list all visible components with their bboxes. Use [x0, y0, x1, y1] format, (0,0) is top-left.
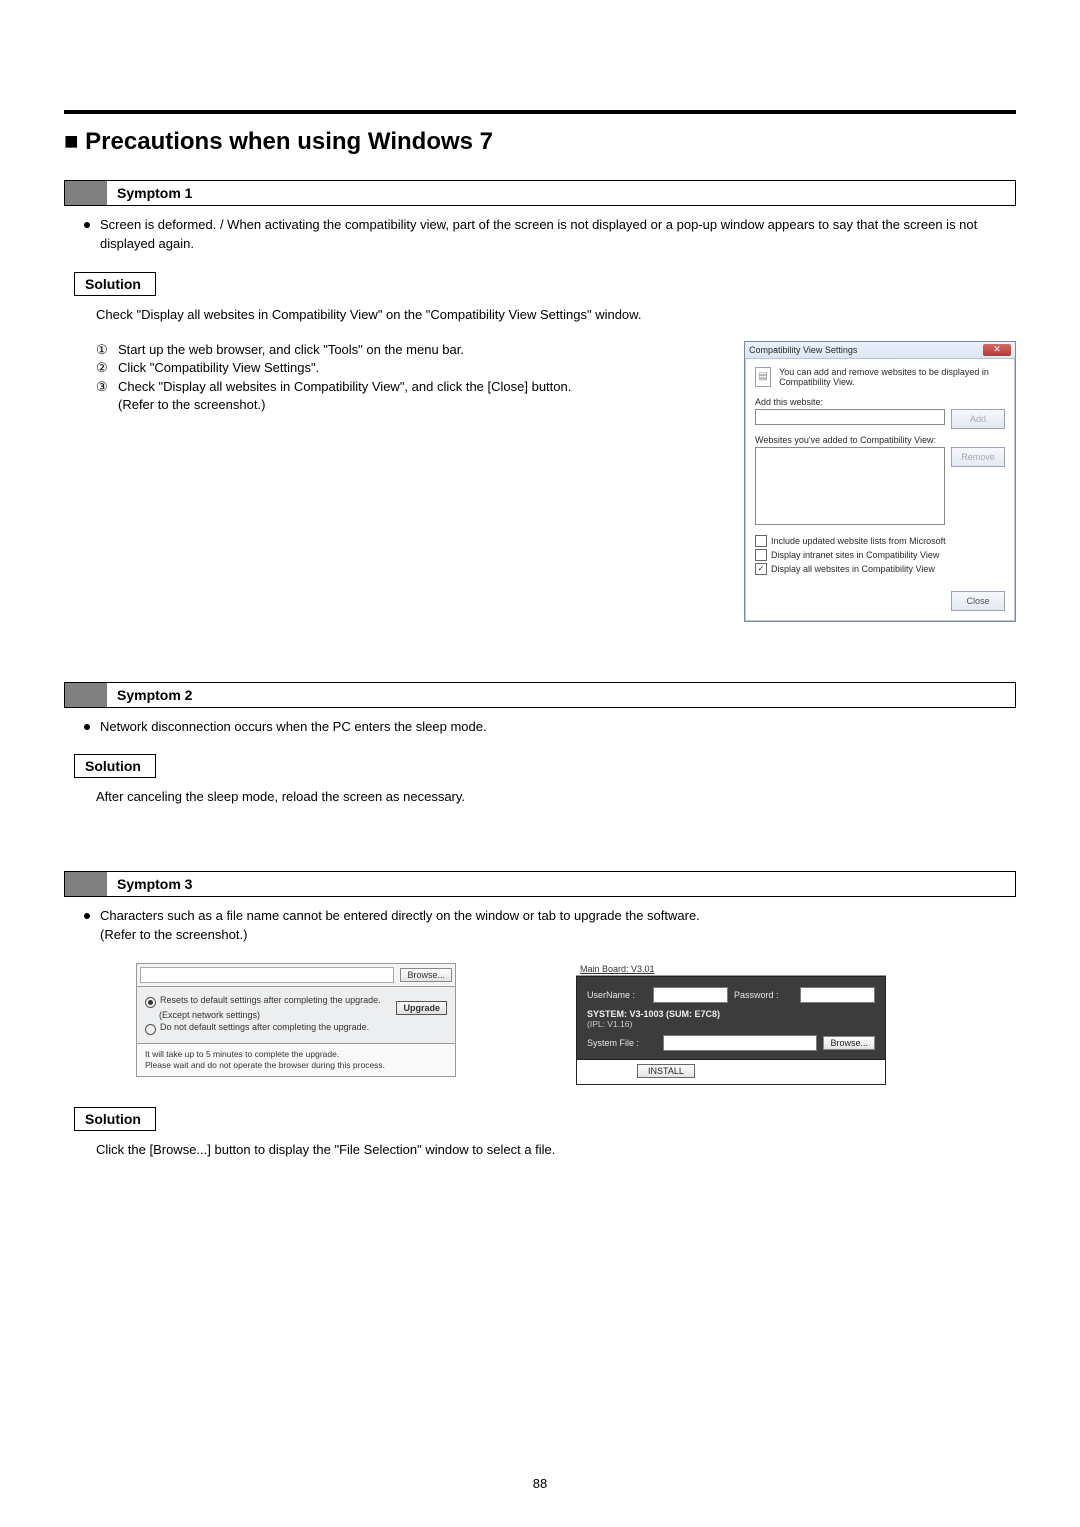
- symptom-2-label: Symptom 2: [107, 683, 1015, 707]
- document-page: ■ Precautions when using Windows 7 Sympt…: [0, 0, 1080, 1527]
- step-3-text: Check "Display all websites in Compatibi…: [118, 378, 571, 397]
- square-bullet-icon: ■: [64, 128, 79, 155]
- install-panel: Main Board: V3.01 UserName : Password : …: [576, 963, 886, 1085]
- check2-checkbox[interactable]: [755, 549, 767, 561]
- step-1-number-icon: ①: [96, 341, 112, 360]
- add-button[interactable]: Add: [951, 409, 1005, 429]
- symptom-3-bullet-b: (Refer to the screenshot.): [100, 926, 1016, 945]
- solution-1-label: Solution: [74, 272, 156, 296]
- reset-radio-label: Resets to default settings after complet…: [160, 995, 381, 1005]
- check3-label: Display all websites in Compatibility Vi…: [771, 564, 935, 574]
- ipl-version: (IPL: V1.16): [587, 1019, 875, 1029]
- top-rule: [64, 110, 1016, 114]
- step-3-number-icon: ③: [96, 378, 112, 397]
- upgrade-button[interactable]: Upgrade: [396, 1001, 447, 1015]
- username-label: UserName :: [587, 990, 647, 1000]
- symptom-1-header: Symptom 1: [64, 180, 1016, 206]
- check2-label: Display intranet sites in Compatibility …: [771, 550, 939, 560]
- symptom-1-bullet-list: Screen is deformed. / When activating th…: [84, 216, 1016, 254]
- step-2-text: Click "Compatibility View Settings".: [118, 359, 319, 378]
- solution-2-text: After canceling the sleep mode, reload t…: [96, 788, 1016, 807]
- dialog-title: Compatibility View Settings: [749, 345, 857, 355]
- add-website-input[interactable]: [755, 409, 945, 425]
- upgrade-browse-button[interactable]: Browse...: [400, 968, 452, 982]
- step-3-subtext: (Refer to the screenshot.): [118, 397, 726, 412]
- system-file-label: System File :: [587, 1038, 657, 1048]
- add-website-label: Add this website:: [755, 397, 1005, 407]
- symptom-1-bullet: Screen is deformed. / When activating th…: [84, 216, 1016, 254]
- system-file-input[interactable]: [663, 1035, 817, 1051]
- username-input[interactable]: [653, 987, 728, 1003]
- system-version: SYSTEM: V3-1003 (SUM: E7C8): [587, 1009, 875, 1019]
- symptom-3-bullet: Characters such as a file name cannot be…: [84, 907, 1016, 945]
- symptom-3-tab: [65, 872, 107, 896]
- reset-radio[interactable]: [145, 997, 156, 1008]
- solution-3-text: Click the [Browse...] button to display …: [96, 1141, 1016, 1160]
- upgrade-note: It will take up to 5 minutes to complete…: [136, 1044, 456, 1077]
- password-label: Password :: [734, 990, 794, 1000]
- solution-1-steps: ① Start up the web browser, and click "T…: [96, 341, 726, 413]
- step-1-text: Start up the web browser, and click "Too…: [118, 341, 464, 360]
- symptom-2-header: Symptom 2: [64, 682, 1016, 708]
- no-reset-radio[interactable]: [145, 1024, 156, 1035]
- upgrade-note-1: It will take up to 5 minutes to complete…: [145, 1049, 447, 1060]
- torn-page-icon: ▤: [755, 367, 771, 387]
- symptom-2-bullet-list: Network disconnection occurs when the PC…: [84, 718, 1016, 737]
- title-text: Precautions when using Windows 7: [85, 128, 493, 155]
- symptom-2-tab: [65, 683, 107, 707]
- check3-checkbox[interactable]: ✓: [755, 563, 767, 575]
- symptom-2-bullet: Network disconnection occurs when the PC…: [84, 718, 1016, 737]
- page-number: 88: [0, 1476, 1080, 1491]
- close-icon[interactable]: ✕: [983, 344, 1011, 356]
- upgrade-note-2: Please wait and do not operate the brows…: [145, 1060, 447, 1071]
- solution-1-text: Check "Display all websites in Compatibi…: [96, 306, 1016, 325]
- solution-2-label: Solution: [74, 754, 156, 778]
- close-button[interactable]: Close: [951, 591, 1005, 611]
- check1-checkbox[interactable]: [755, 535, 767, 547]
- symptom-3-label: Symptom 3: [107, 872, 1015, 896]
- symptom-3-bullet-a: Characters such as a file name cannot be…: [100, 907, 1016, 926]
- upgrade-panel: Browse... Resets to default settings aft…: [136, 963, 456, 1085]
- symptom-1-label: Symptom 1: [107, 181, 1015, 205]
- no-reset-radio-label: Do not default settings after completing…: [160, 1022, 369, 1032]
- symptom-3-header: Symptom 3: [64, 871, 1016, 897]
- page-title: ■ Precautions when using Windows 7: [64, 128, 1016, 156]
- install-button[interactable]: INSTALL: [637, 1064, 695, 1078]
- step-2-number-icon: ②: [96, 359, 112, 378]
- symptom-3-bullet-list: Characters such as a file name cannot be…: [84, 907, 1016, 945]
- password-input[interactable]: [800, 987, 875, 1003]
- install-browse-button[interactable]: Browse...: [823, 1036, 875, 1050]
- added-list-label: Websites you've added to Compatibility V…: [755, 435, 1005, 445]
- main-board-version: Main Board: V3.01: [576, 963, 886, 976]
- solution-3-label: Solution: [74, 1107, 156, 1131]
- compat-view-dialog: Compatibility View Settings ✕ ▤ You can …: [744, 341, 1016, 622]
- dialog-intro: You can add and remove websites to be di…: [779, 367, 1005, 387]
- upgrade-file-input[interactable]: [140, 967, 394, 983]
- remove-button[interactable]: Remove: [951, 447, 1005, 467]
- added-websites-list[interactable]: [755, 447, 945, 525]
- check1-label: Include updated website lists from Micro…: [771, 536, 946, 546]
- symptom-1-tab: [65, 181, 107, 205]
